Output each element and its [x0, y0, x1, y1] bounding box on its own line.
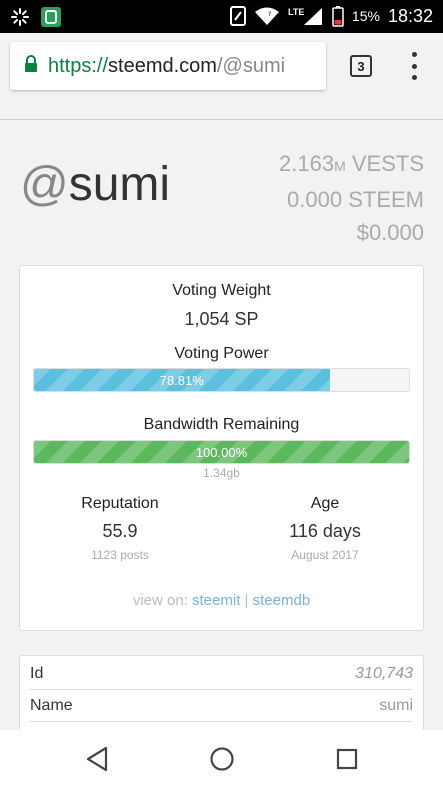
recents-square-icon[interactable]	[332, 744, 362, 774]
battery-low-icon	[332, 5, 344, 27]
bandwidth-bar: 100.00%	[33, 440, 410, 464]
clock: 18:32	[387, 5, 433, 26]
svg-text:?: ?	[268, 11, 271, 18]
age-block: Age 116 days August 2017	[225, 495, 425, 562]
link-separator: |	[244, 592, 249, 609]
age-label: Age	[310, 495, 340, 512]
vests-unit: M	[334, 158, 346, 174]
battery-percent: 15%	[351, 8, 380, 24]
overflow-menu-icon[interactable]	[408, 52, 420, 80]
voting-power-fill: 78.81%	[34, 369, 330, 391]
account-created-date: August 2017	[291, 548, 359, 562]
app-notification-icon	[40, 6, 62, 28]
loading-spinner-icon	[10, 7, 30, 27]
bandwidth-label: Bandwidth Remaining	[143, 416, 300, 433]
bandwidth-size: 1.34gb	[203, 466, 240, 480]
vests-label: VESTS	[351, 151, 424, 176]
address-bar[interactable]: https://steemd.com/@sumi	[10, 42, 326, 90]
account-info-table: Id 310,743 Name sumi	[19, 655, 424, 730]
row-value: sumi	[379, 696, 413, 714]
post-count: 1123 posts	[91, 548, 149, 562]
lock-icon	[24, 54, 38, 78]
url-path: /@sumi	[216, 54, 286, 77]
back-triangle-icon[interactable]	[82, 744, 112, 774]
reputation-block: Reputation 55.9 1123 posts	[20, 495, 220, 562]
view-on-prefix: view on:	[132, 592, 188, 609]
stats-card: Voting Weight 1,054 SP Voting Power 78.8…	[19, 265, 424, 631]
lte-label: LTE	[288, 7, 304, 17]
nfc-icon	[229, 6, 246, 26]
status-bar: ? LTE 15% 18:32	[0, 0, 443, 33]
voting-weight-label: Voting Weight	[172, 282, 271, 299]
account-balances: 2.163M VESTS 0.000 STEEM $0.000	[279, 147, 424, 249]
system-nav-bar	[0, 730, 443, 789]
lte-signal-icon: LTE	[288, 6, 324, 26]
reputation-label: Reputation	[81, 495, 159, 512]
row-key: Id	[30, 664, 44, 682]
row-value: 310,743	[355, 664, 413, 682]
username: sumi	[68, 158, 171, 211]
page-title: @sumi	[20, 157, 170, 212]
at-sign: @	[20, 158, 69, 211]
view-on-links: view on: steemit | steemdb	[20, 592, 423, 609]
bandwidth-fill: 100.00%	[34, 441, 409, 463]
divider	[0, 119, 443, 120]
url-text[interactable]: https://steemd.com/@sumi	[48, 55, 285, 78]
url-scheme: https://	[48, 54, 109, 77]
vests-balance: 2.163M VESTS	[279, 147, 424, 183]
voting-weight-value: 1,054 SP	[184, 309, 259, 329]
row-key: Name	[30, 696, 73, 714]
home-circle-icon[interactable]	[207, 744, 237, 774]
table-row: Name sumi	[30, 690, 413, 722]
tab-switcher-button[interactable]: 3	[350, 55, 372, 77]
steemdb-link[interactable]: steemdb	[253, 592, 311, 609]
reputation-value: 55.9	[102, 521, 138, 541]
url-host: steemd.com	[108, 54, 217, 77]
page-content: @sumi 2.163M VESTS 0.000 STEEM $0.000 Vo…	[0, 101, 443, 730]
voting-power-label: Voting Power	[174, 345, 269, 362]
steemit-link[interactable]: steemit	[192, 592, 240, 609]
vests-value: 2.163	[279, 151, 335, 176]
voting-power-bar: 78.81%	[33, 368, 410, 392]
wifi-icon: ?	[254, 6, 280, 26]
table-row: Id 310,743	[30, 658, 413, 690]
age-value: 116 days	[289, 521, 361, 541]
usd-balance: $0.000	[356, 220, 424, 245]
browser-toolbar: https://steemd.com/@sumi 3	[0, 33, 443, 101]
steem-balance: 0.000 STEEM	[287, 187, 424, 212]
